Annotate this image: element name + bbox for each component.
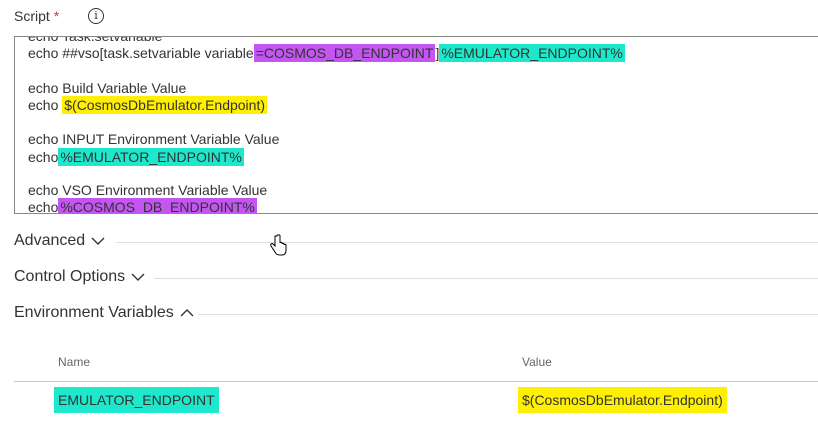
- column-header-name: Name: [58, 355, 91, 369]
- control-options-label: Control Options: [14, 268, 126, 285]
- script-line: echo $(CosmosDbEmulator.Endpoint): [28, 95, 268, 115]
- control-options-section-toggle[interactable]: Control Options: [14, 266, 145, 288]
- advanced-section-toggle[interactable]: Advanced: [14, 230, 105, 252]
- script-line: echo %EMULATOR_ENDPOINT%: [28, 147, 244, 167]
- highlight-emulator-endpoint: %EMULATOR_ENDPOINT%: [439, 44, 625, 62]
- script-line: echo INPUT Environment Variable Value: [28, 131, 280, 147]
- required-marker: *: [53, 8, 60, 24]
- table-header-divider: [14, 381, 818, 382]
- section-divider: [154, 278, 818, 279]
- script-line: echo ##vso[task.setvariable variable =COS…: [28, 43, 625, 63]
- script-text: echo: [28, 199, 59, 214]
- highlight-cosmos-db-endpoint: =COSMOS_DB_ENDPOINT: [253, 44, 436, 62]
- chevron-down-icon: [91, 237, 105, 245]
- env-var-value-cell[interactable]: $(CosmosDbEmulator.Endpoint): [518, 387, 727, 413]
- section-divider: [116, 242, 818, 243]
- hand-cursor-icon: [270, 234, 287, 256]
- highlight-cosmos-emulator-endpoint: $(CosmosDbEmulator.Endpoint): [62, 96, 268, 114]
- info-icon[interactable]: i: [88, 8, 104, 24]
- chevron-down-icon: [131, 273, 145, 281]
- script-textarea[interactable]: echo Task.setvariable echo ##vso[task.se…: [14, 36, 818, 214]
- env-var-name-cell[interactable]: EMULATOR_ENDPOINT: [54, 387, 219, 413]
- highlight-emulator-endpoint: %EMULATOR_ENDPOINT%: [58, 148, 244, 166]
- script-text: echo: [28, 97, 63, 113]
- section-divider: [198, 314, 818, 315]
- chevron-up-icon: [180, 309, 194, 317]
- environment-variables-label: Environment Variables: [14, 304, 174, 321]
- advanced-label: Advanced: [14, 232, 86, 249]
- script-line: echo %COSMOS_DB_ENDPOINT%: [28, 197, 257, 214]
- script-label-text: Script: [14, 8, 50, 24]
- script-field-label: Script *: [14, 6, 59, 26]
- column-header-value: Value: [522, 355, 552, 369]
- highlight-cosmos-db-endpoint: %COSMOS_DB_ENDPOINT%: [58, 198, 257, 214]
- script-text: echo: [28, 149, 59, 165]
- script-text: echo ##vso[task.setvariable variable: [28, 45, 254, 61]
- environment-variables-section-toggle[interactable]: Environment Variables: [14, 302, 194, 324]
